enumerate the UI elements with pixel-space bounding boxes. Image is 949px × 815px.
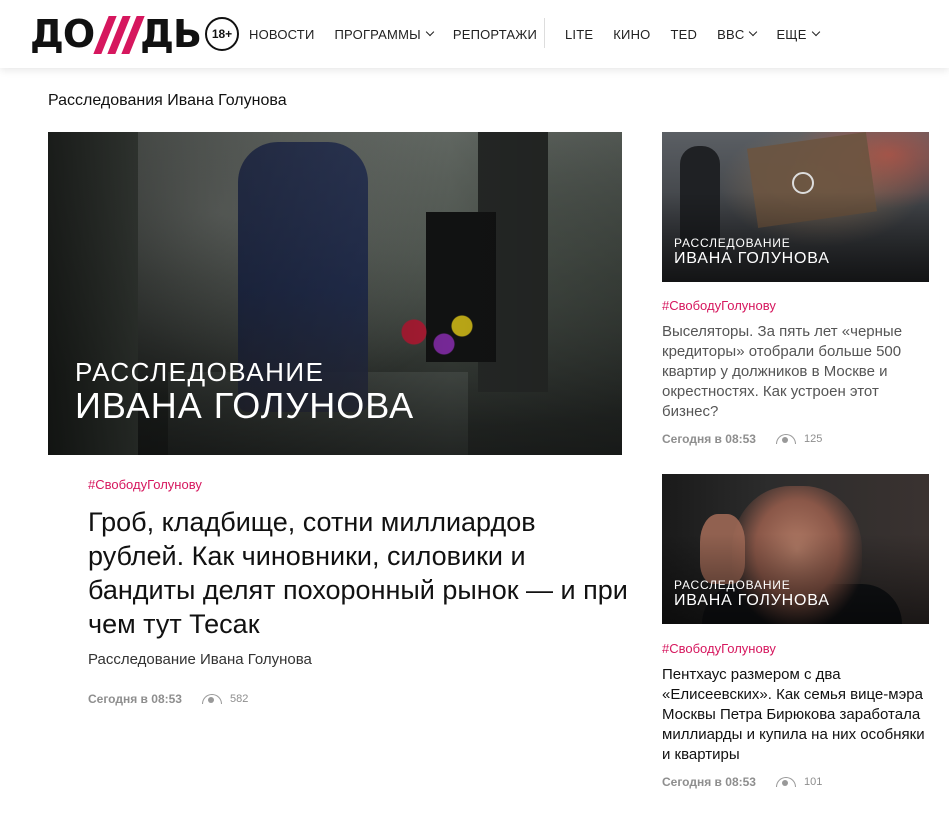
side-article-meta: Сегодня в 08:53 125 (662, 432, 822, 446)
secondary-nav: LITE КИНО TED BBC ЕЩЕ (565, 0, 820, 68)
logo-text-right: ДЬ (140, 12, 202, 56)
article-tag[interactable]: #СвободуГолунову (662, 298, 776, 313)
chevron-down-icon (811, 27, 820, 37)
image-caption-line1: РАССЛЕДОВАНИЕ (674, 578, 791, 592)
chevron-down-icon (749, 27, 758, 37)
site-header: ДО ДЬ 18+ НОВОСТИ ПРОГРАММЫ РЕПОРТАЖИ LI… (0, 0, 949, 68)
page-title: Расследования Ивана Голунова (48, 92, 287, 109)
article-tag[interactable]: #СвободуГолунову (88, 477, 202, 492)
eye-icon (201, 694, 222, 704)
main-article-subtitle: Расследование Ивана Голунова (88, 651, 312, 668)
nav-item-label: КИНО (613, 26, 651, 42)
article-date: Сегодня в 08:53 (662, 775, 756, 789)
side-article-title[interactable]: Пентхаус размером с два «Елисеевских». К… (662, 665, 932, 765)
nav-item-ted[interactable]: TED (670, 27, 697, 42)
nav-item-programs[interactable]: ПРОГРАММЫ (334, 26, 435, 42)
nav-item-label: ЕЩЕ (776, 26, 807, 42)
nav-item-more[interactable]: ЕЩЕ (776, 26, 820, 42)
nav-item-label: РЕПОРТАЖИ (452, 26, 538, 42)
primary-nav: НОВОСТИ ПРОГРАММЫ РЕПОРТАЖИ (249, 0, 537, 68)
nav-item-label: TED (670, 26, 698, 42)
nav-item-reports[interactable]: РЕПОРТАЖИ (453, 27, 537, 42)
nav-item-lite[interactable]: LITE (565, 27, 593, 42)
logo-text-left: ДО (30, 12, 95, 56)
nav-item-label: LITE (565, 26, 594, 42)
image-caption-line1: РАССЛЕДОВАНИЕ (75, 357, 325, 387)
nav-divider (544, 18, 545, 48)
nav-item-label: BBC (717, 26, 745, 42)
article-date: Сегодня в 08:53 (662, 432, 756, 446)
image-caption-line2: ИВАНА ГОЛУНОВА (674, 250, 830, 267)
main-article-meta: Сегодня в 08:53 582 (88, 692, 248, 706)
view-count: 125 (803, 433, 823, 445)
image-caption-line1: РАССЛЕДОВАНИЕ (674, 236, 791, 250)
article-tag[interactable]: #СвободуГолунову (662, 641, 776, 656)
side-article-image[interactable]: РАССЛЕДОВАНИЕ ИВАНА ГОЛУНОВА (662, 474, 929, 624)
nav-item-bbc[interactable]: BBC (717, 26, 758, 42)
site-logo[interactable]: ДО ДЬ (30, 12, 202, 56)
side-article-meta: Сегодня в 08:53 101 (662, 775, 822, 789)
article-date: Сегодня в 08:53 (88, 692, 182, 706)
view-count: 101 (803, 776, 823, 788)
nav-item-label: ПРОГРАММЫ (334, 26, 421, 42)
side-article-title[interactable]: Выселяторы. За пять лет «черные кредитор… (662, 322, 932, 422)
nav-item-kino[interactable]: КИНО (613, 27, 650, 42)
image-caption-line2: ИВАНА ГОЛУНОВА (674, 592, 830, 609)
age-rating-badge: 18+ (205, 17, 239, 51)
nav-item-label: НОВОСТИ (249, 26, 315, 42)
eye-icon (775, 777, 796, 787)
eye-icon (775, 434, 796, 444)
logo-slashes-icon (93, 16, 145, 54)
main-article-title[interactable]: Гроб, кладбище, сотни миллиардов рублей.… (88, 505, 628, 641)
view-count: 582 (229, 693, 249, 705)
side-article-image[interactable]: РАССЛЕДОВАНИЕ ИВАНА ГОЛУНОВА (662, 132, 929, 282)
chevron-down-icon (425, 27, 435, 37)
main-article-image[interactable]: РАССЛЕДОВАНИЕ ИВАНА ГОЛУНОВА (48, 132, 622, 455)
image-caption-line2: ИВАНА ГОЛУНОВА (75, 385, 415, 426)
nav-item-news[interactable]: НОВОСТИ (249, 27, 315, 42)
